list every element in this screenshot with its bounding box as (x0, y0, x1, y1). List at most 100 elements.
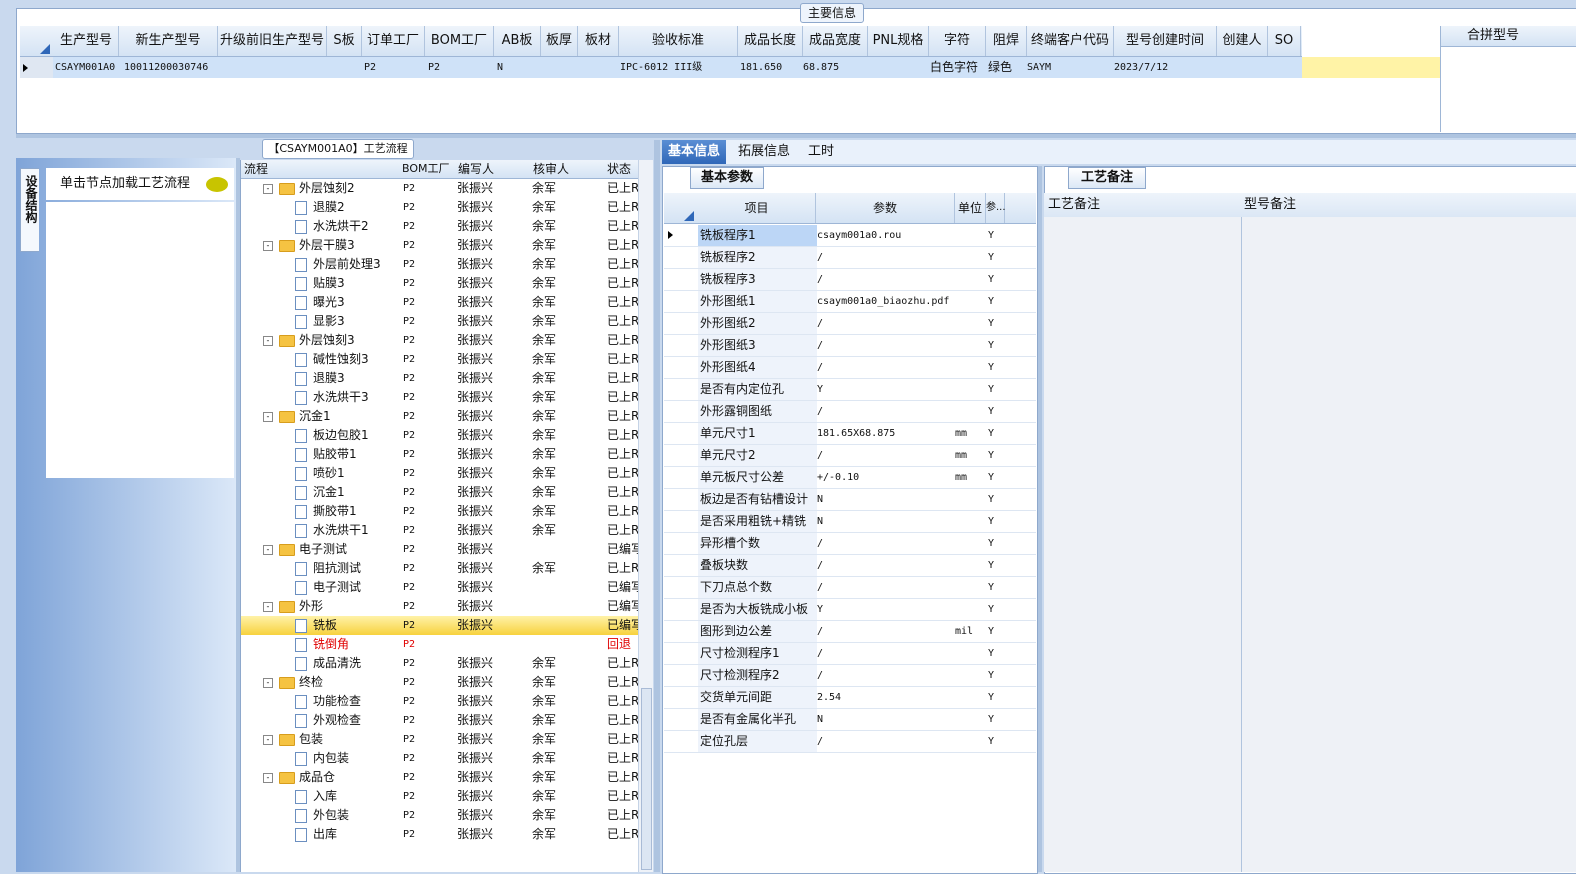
col-pnl-spec[interactable]: PNL规格 (868, 26, 929, 56)
flow-row[interactable]: 外观检查 P2 张振兴 余军 已上RI (241, 711, 639, 730)
col-old-production-model[interactable]: 升级前旧生产型号 (218, 26, 327, 56)
param-row[interactable]: 单元尺寸2/mm Y (664, 445, 1036, 467)
collapse-toggle-icon[interactable]: - (263, 184, 273, 194)
collapse-toggle-icon[interactable]: - (263, 336, 273, 346)
col-model-notes[interactable]: 型号备注 (1244, 193, 1296, 217)
param-row[interactable]: 是否有内定位孔 Y Y (664, 379, 1036, 401)
scroll-thumb[interactable] (641, 688, 652, 870)
param-row[interactable]: 外形露铜图纸 / Y (664, 401, 1036, 423)
flow-row[interactable]: 阻抗测试 P2 张振兴 余军 已上RI (241, 559, 639, 578)
param-value[interactable]: / (816, 313, 953, 334)
param-value[interactable]: / (816, 247, 953, 268)
param-row[interactable]: 叠板块数 / Y (664, 555, 1036, 577)
collapse-toggle-icon[interactable]: - (263, 241, 273, 251)
col-new-production-model[interactable]: 新生产型号 (119, 26, 218, 56)
flow-row[interactable]: - 外层蚀刻2 P2 张振兴 余军 已上RI (241, 179, 639, 198)
param-value[interactable]: / (816, 731, 953, 752)
collapse-toggle-icon[interactable]: - (263, 412, 273, 422)
node-load-hint[interactable]: 单击节点加载工艺流程 (46, 168, 234, 200)
param-value[interactable]: N (816, 511, 953, 532)
param-row[interactable]: 铣板程序3/ Y (664, 269, 1036, 291)
param-value[interactable]: 181.65X68.875 (816, 423, 953, 444)
param-row[interactable]: 尺寸检测程序2/ Y (664, 665, 1036, 687)
param-value[interactable]: +/-0.10 (816, 467, 953, 488)
flow-row[interactable]: 外层前处理3 P2 张振兴 余军 已上RI (241, 255, 639, 274)
param-row[interactable]: 外形图纸4/ Y (664, 357, 1036, 379)
flow-row[interactable]: 水洗烘干2 P2 张振兴 余军 已上RI (241, 217, 639, 236)
param-row[interactable]: 定位孔层 / Y (664, 731, 1036, 753)
flow-row[interactable]: - 沉金1 P2 张振兴 余军 已上RI (241, 407, 639, 426)
param-value[interactable]: / (816, 533, 953, 554)
col-finished-length[interactable]: 成品长度 (738, 26, 803, 56)
param-row[interactable]: 外形图纸3/ Y (664, 335, 1036, 357)
merge-model-header[interactable]: 合拼型号 (1440, 26, 1576, 47)
col-writer[interactable]: 编写人 (458, 160, 528, 178)
col-process-notes[interactable]: 工艺备注 (1048, 193, 1100, 217)
param-row[interactable]: 是否为大板铣成小板 Y Y (664, 599, 1036, 621)
col-bom-factory[interactable]: BOM工厂 (425, 26, 494, 56)
flow-row[interactable]: 成品清洗 P2 张振兴 余军 已上RI (241, 654, 639, 673)
process-flow-grid[interactable]: 流程 BOM工厂 编写人 核审人 状态 -外层蚀刻2P2张振兴余军已上RI退膜2… (240, 160, 653, 872)
col-production-model[interactable]: 生产型号 (54, 26, 119, 56)
param-value[interactable]: N (816, 489, 953, 510)
collapse-toggle-icon[interactable]: - (263, 602, 273, 612)
param-value[interactable]: Y (816, 379, 953, 400)
param-value[interactable]: / (816, 665, 953, 686)
param-row[interactable]: 交货单元间距 2.54 Y (664, 687, 1036, 709)
flow-row[interactable]: - 外层干膜3 P2 张振兴 余军 已上RI (241, 236, 639, 255)
horizontal-splitter[interactable] (16, 134, 1576, 138)
col-acceptance-standard[interactable]: 验收标准 (619, 26, 738, 56)
flow-row[interactable]: - 包装 P2 张振兴 余军 已上RI (241, 730, 639, 749)
param-row[interactable]: 尺寸检测程序1/ Y (664, 643, 1036, 665)
flow-row[interactable]: - 终检 P2 张振兴 余军 已上RI (241, 673, 639, 692)
param-row[interactable]: 铣板程序1 csaym001a0.rou Y (664, 225, 1036, 247)
tab-man-hours[interactable]: 工时 (802, 140, 840, 164)
collapse-toggle-icon[interactable]: - (263, 678, 273, 688)
param-value[interactable]: / (816, 335, 953, 356)
flow-row[interactable]: 板边包胶1 P2 张振兴 余军 已上RI (241, 426, 639, 445)
param-row[interactable]: 图形到边公差 / mil Y (664, 621, 1036, 643)
col-item[interactable]: 项目 (698, 193, 816, 223)
col-finished-width[interactable]: 成品宽度 (803, 26, 868, 56)
flow-row[interactable]: - 电子测试 P2 张振兴 已编写 (241, 540, 639, 559)
col-flow-bom[interactable]: BOM工厂 (402, 160, 456, 178)
param-value[interactable]: csaym001a0.rou (816, 225, 953, 246)
col-flag[interactable]: 参... (986, 193, 1006, 223)
tab-basic-params[interactable]: 基本参数 (690, 167, 764, 189)
tab-process-notes[interactable]: 工艺备注 (1068, 167, 1146, 189)
device-tree[interactable] (46, 202, 234, 478)
flow-row[interactable]: 曝光3 P2 张振兴 余军 已上RI (241, 293, 639, 312)
flow-row[interactable]: 贴胶带1 P2 张振兴 余军 已上RI (241, 445, 639, 464)
flow-row[interactable]: - 外层蚀刻3 P2 张振兴 余军 已上RI (241, 331, 639, 350)
param-value[interactable]: 2.54 (816, 687, 953, 708)
process-notes-textarea[interactable] (1044, 217, 1241, 872)
flow-row[interactable]: 功能检查 P2 张振兴 余军 已上RI (241, 692, 639, 711)
col-reviewer[interactable]: 核审人 (533, 160, 603, 178)
collapse-toggle-icon[interactable]: - (263, 735, 273, 745)
flow-row[interactable]: 撕胶带1 P2 张振兴 余军 已上RI (241, 502, 639, 521)
param-row[interactable]: 下刀点总个数 / Y (664, 577, 1036, 599)
param-value[interactable]: Y (816, 599, 953, 620)
collapse-toggle-icon[interactable]: - (263, 545, 273, 555)
param-value[interactable]: / (816, 643, 953, 664)
flow-row[interactable]: 退膜3 P2 张振兴 余军 已上RI (241, 369, 639, 388)
flow-row[interactable]: 铣板 P2 张振兴 已编写 (241, 616, 639, 635)
flow-row[interactable]: - 成品仓 P2 张振兴 余军 已上RI (241, 768, 639, 787)
flow-row[interactable]: 铣倒角 P2 回退 (241, 635, 639, 654)
param-row[interactable]: 是否有金属化半孔 N Y (664, 709, 1036, 731)
param-row[interactable]: 铣板程序2/ Y (664, 247, 1036, 269)
col-s-board[interactable]: S板 (327, 26, 362, 56)
param-value[interactable]: / (816, 357, 953, 378)
flow-row[interactable]: 退膜2 P2 张振兴 余军 已上RI (241, 198, 639, 217)
flow-row[interactable]: 显影3 P2 张振兴 余军 已上RI (241, 312, 639, 331)
param-row[interactable]: 是否采用粗铣+精铣 N Y (664, 511, 1036, 533)
flow-row[interactable]: 水洗烘干1 P2 张振兴 余军 已上RI (241, 521, 639, 540)
flow-row[interactable]: 外包装 P2 张振兴 余军 已上RI (241, 806, 639, 825)
col-material[interactable]: 板材 (578, 26, 619, 56)
col-creator[interactable]: 创建人 (1217, 26, 1268, 56)
flow-row[interactable]: 贴膜3 P2 张振兴 余军 已上RI (241, 274, 639, 293)
col-so[interactable]: SO (1268, 26, 1301, 56)
flow-row[interactable]: 水洗烘干3 P2 张振兴 余军 已上RI (241, 388, 639, 407)
flow-row[interactable]: 入库 P2 张振兴 余军 已上RI (241, 787, 639, 806)
param-row[interactable]: 板边是否有钻槽设计 N Y (664, 489, 1036, 511)
